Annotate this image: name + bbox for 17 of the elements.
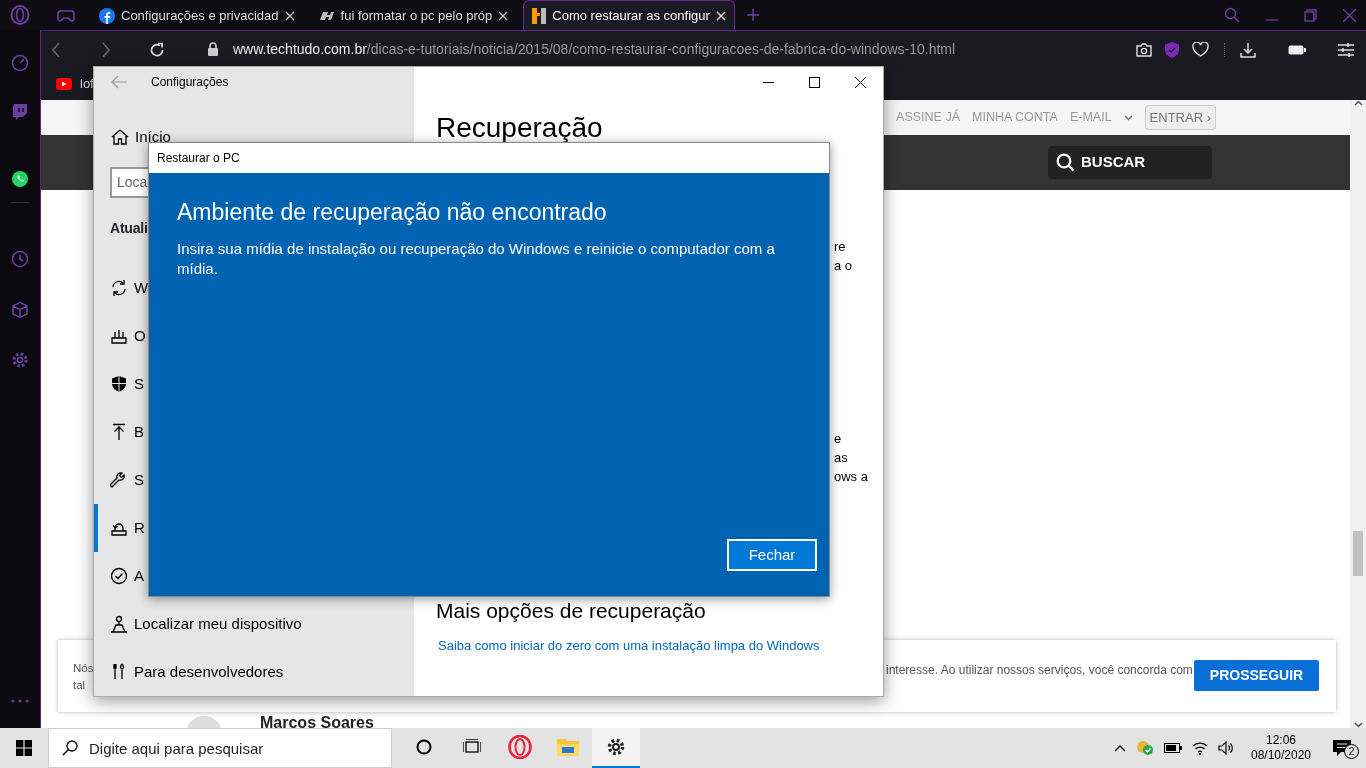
paragraph-text: e bbox=[834, 430, 842, 448]
section-heading: Atuali bbox=[109, 219, 149, 238]
window-title: Configurações bbox=[151, 73, 229, 91]
banner-text: interesse. Ao utilizar nossos serviços, você concorda com bbox=[886, 662, 1193, 679]
page-heading: Recuperação bbox=[436, 111, 604, 145]
paragraph-text: re bbox=[834, 238, 846, 256]
paragraph-text: as bbox=[834, 449, 848, 467]
dialog-heading: Ambiente de recuperação não encontrado bbox=[177, 198, 608, 227]
section-heading: Mais opções de recuperação bbox=[436, 598, 707, 624]
dialog-title: Restaurar o PC bbox=[157, 150, 240, 167]
banner-text: Nós bbox=[73, 661, 94, 676]
paragraph-text: ows a bbox=[834, 468, 868, 486]
notification-count: 2 bbox=[1344, 744, 1359, 759]
dialog-message: Insira sua mídia de instalação ou recuperação do Windows e reinicie o computador com a mídia. bbox=[177, 239, 776, 279]
banner-text: tal bbox=[73, 678, 86, 693]
author-name: Marcos Soares bbox=[260, 715, 374, 728]
paragraph-text: a o bbox=[834, 257, 853, 275]
